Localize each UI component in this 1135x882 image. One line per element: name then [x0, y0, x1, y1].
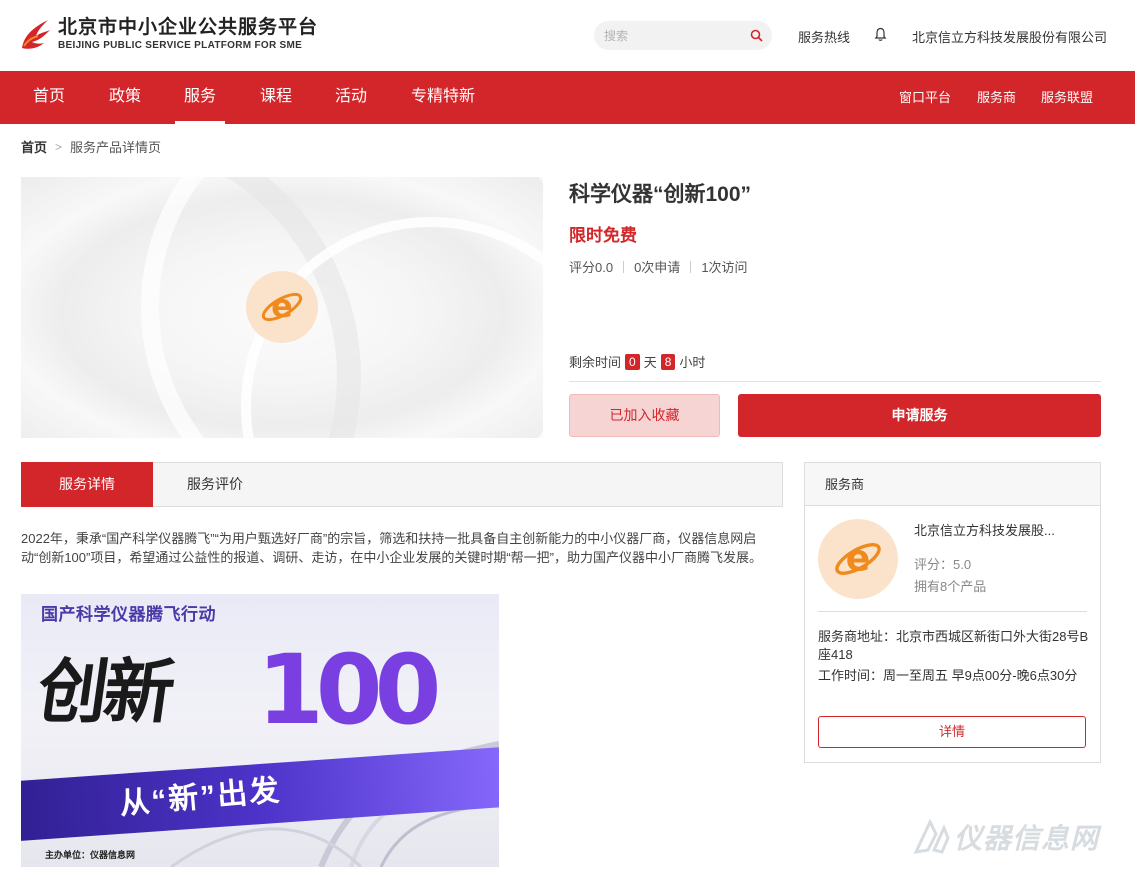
- stat-divider: [623, 260, 625, 273]
- product-visits: 1次访问: [701, 260, 748, 275]
- nav-item-service[interactable]: 服务: [174, 71, 226, 124]
- days-unit: 天: [643, 355, 657, 370]
- watermark-logo-icon: [913, 818, 950, 854]
- product-title: 科学仪器“创新100”: [569, 183, 752, 206]
- nav-item-service-alliance[interactable]: 服务联盟: [1041, 71, 1093, 124]
- nav-item-providers[interactable]: 服务商: [977, 71, 1016, 124]
- watermark-text: 仪器信息网: [954, 823, 1100, 854]
- search-box: [594, 21, 772, 50]
- poster-main-number: 100: [257, 634, 441, 746]
- nav-item-policy[interactable]: 政策: [109, 71, 141, 124]
- provider-ie-logo-icon: e: [818, 519, 898, 599]
- poster-top-text: 国产科学仪器腾飞行动: [41, 605, 216, 624]
- chevron-right-icon: >: [55, 139, 63, 154]
- nav-item-specialized[interactable]: 专精特新: [411, 71, 475, 124]
- phoenix-logo-icon: [18, 16, 52, 52]
- provider-product-count: 拥有8个产品: [914, 579, 987, 594]
- nav-item-course[interactable]: 课程: [260, 71, 292, 124]
- remaining-time-label: 剩余时间: [569, 355, 622, 370]
- poster-host: 主办单位：仪器信息网: [45, 850, 136, 860]
- search-icon[interactable]: [750, 29, 763, 42]
- nav-item-activity[interactable]: 活动: [335, 71, 367, 124]
- hours-unit: 小时: [679, 355, 706, 370]
- provider-address: 服务商地址：北京市西城区新街口外大街28号B座418: [818, 629, 1089, 662]
- tab-service-review[interactable]: 服务评价: [153, 462, 277, 507]
- product-applications: 0次申请: [634, 260, 681, 275]
- product-rating: 评分0.0: [569, 260, 614, 275]
- main-nav: 首页 政策 服务 课程 活动 专精特新 窗口平台 服务商 服务联盟: [0, 71, 1135, 124]
- site-logo[interactable]: 北京市中小企业公共服务平台 BEIJING PUBLIC SERVICE PLA…: [18, 16, 318, 52]
- product-price: 限时免费: [569, 226, 637, 245]
- divider: [818, 611, 1087, 612]
- tab-service-detail[interactable]: 服务详情: [21, 462, 153, 507]
- ie-logo-icon: e: [246, 271, 318, 343]
- stat-divider: [690, 260, 692, 273]
- bell-icon[interactable]: [874, 27, 887, 42]
- product-stats: 评分0.0 0次申请 1次访问: [569, 257, 748, 276]
- divider: [569, 381, 1101, 382]
- svg-text:e: e: [271, 287, 293, 325]
- remaining-days: 0: [625, 353, 640, 370]
- promo-poster: 国产科学仪器腾飞行动 创新 100 从“新”出发 主办单位：仪器信息网: [21, 594, 499, 867]
- nav-item-home[interactable]: 首页: [33, 71, 65, 124]
- provider-card: 服务商 e 北京信立方科技发展股... 评分：5.0 拥有8个产品 服务商地址：…: [804, 462, 1101, 763]
- service-hotline-link[interactable]: 服务热线: [798, 27, 850, 46]
- provider-working-hours: 工作时间：周一至周五 早9点00分-晚6点30分: [818, 668, 1078, 683]
- top-header: 北京市中小企业公共服务平台 BEIJING PUBLIC SERVICE PLA…: [0, 0, 1135, 71]
- poster-main-chinese: 创新: [32, 650, 177, 733]
- provider-detail-button[interactable]: 详情: [818, 716, 1086, 748]
- watermark: 仪器信息网: [908, 814, 1099, 860]
- product-image: e: [21, 177, 543, 438]
- detail-tabs: 服务详情 服务评价: [21, 462, 783, 507]
- svg-text:e: e: [846, 536, 871, 579]
- provider-card-title: 服务商: [805, 463, 1100, 506]
- favorite-button[interactable]: 已加入收藏: [569, 394, 720, 437]
- provider-score: 评分：5.0: [914, 557, 972, 572]
- service-description: 2022年，秉承“国产科学仪器腾飞”“为用户甄选好厂商”的宗旨，筛选和扶持一批具…: [21, 531, 763, 565]
- breadcrumb-current: 服务产品详情页: [70, 140, 162, 155]
- user-company-name[interactable]: 北京信立方科技发展股份有限公司: [912, 27, 1107, 46]
- remaining-time: 剩余时间 0 天 8 小时: [569, 352, 705, 371]
- provider-name[interactable]: 北京信立方科技发展股...: [914, 520, 1084, 539]
- remaining-hours: 8: [660, 353, 676, 370]
- nav-item-window-platform[interactable]: 窗口平台: [899, 71, 951, 124]
- breadcrumb: 首页 > 服务产品详情页: [21, 137, 161, 156]
- logo-chinese-name: 北京市中小企业公共服务平台: [58, 16, 319, 38]
- search-input[interactable]: [604, 21, 744, 50]
- apply-service-button[interactable]: 申请服务: [738, 394, 1101, 437]
- breadcrumb-home[interactable]: 首页: [21, 137, 47, 156]
- logo-english-name: BEIJING PUBLIC SERVICE PLATFORM FOR SME: [58, 39, 303, 51]
